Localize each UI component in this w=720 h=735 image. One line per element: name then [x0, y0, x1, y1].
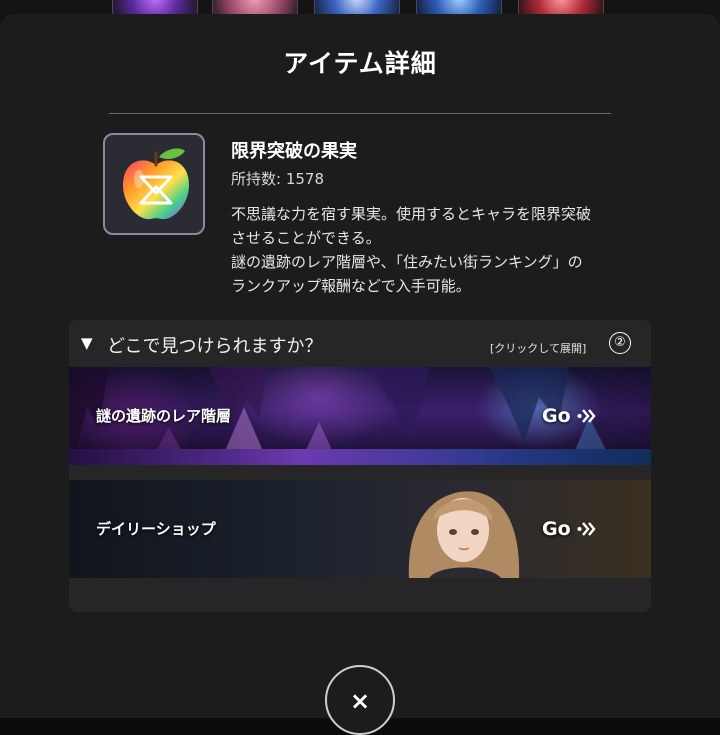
- title-divider: [109, 113, 611, 114]
- close-button[interactable]: ×: [325, 665, 395, 735]
- caret-down-icon[interactable]: ▼: [81, 334, 93, 352]
- location-label: 謎の遺跡のレア階層: [96, 407, 232, 425]
- item-name: 限界突破の果実: [231, 141, 357, 162]
- go-label: Go: [542, 518, 571, 540]
- where-to-find-header[interactable]: ▼ どこで見つけられますか？ [クリックして展開] ②: [69, 320, 651, 367]
- item-description-line: 謎の遺跡のレア階層や、「住みたい街ランキング」の: [231, 253, 583, 271]
- character-portrait: [408, 491, 520, 578]
- item-description: 不思議な力を宿す果実。使用するとキャラを限界突破 させることができる。 謎の遺跡…: [231, 202, 631, 298]
- where-to-find-panel: ▼ どこで見つけられますか？ [クリックして展開] ② 謎の遺跡のレア階層 Go: [69, 320, 651, 612]
- chevrons-right-icon: [577, 522, 596, 536]
- chevrons-right-icon: [577, 409, 596, 423]
- location-row-daily-shop[interactable]: デイリーショップ Go: [69, 480, 651, 578]
- modal-title: アイテム詳細: [283, 49, 437, 78]
- where-to-find-title[interactable]: どこで見つけられますか？: [107, 332, 322, 358]
- item-description-line: させることができる。: [231, 229, 381, 247]
- item-description-line: 不思議な力を宿す果実。使用するとキャラを限界突破: [231, 205, 592, 223]
- expand-hint[interactable]: [クリックして展開]: [490, 340, 586, 356]
- item-count: 所持数: 1578: [231, 168, 324, 189]
- item-description-line: ランクアップ報酬などで入手可能。: [231, 277, 471, 295]
- close-icon: ×: [349, 687, 371, 715]
- go-button-daily-shop[interactable]: Go: [542, 516, 597, 542]
- item-count-value: 1578: [285, 170, 325, 188]
- go-button-ruins[interactable]: Go: [542, 403, 597, 429]
- location-row-ruins[interactable]: 謎の遺跡のレア階層 Go: [69, 367, 651, 465]
- item-icon-frame: [103, 133, 205, 235]
- location-label: デイリーショップ: [96, 520, 216, 538]
- help-icon[interactable]: ②: [609, 332, 631, 354]
- go-label: Go: [542, 405, 571, 427]
- item-count-label: 所持数:: [231, 170, 286, 188]
- rainbow-apple-icon: [123, 148, 189, 220]
